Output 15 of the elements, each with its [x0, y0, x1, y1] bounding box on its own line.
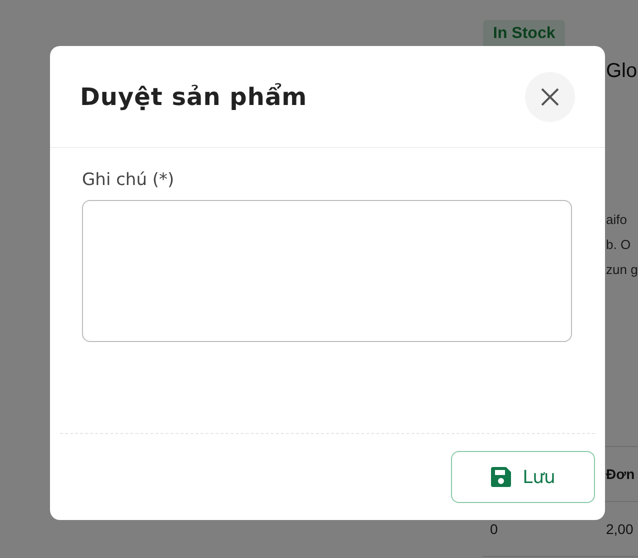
dialog-title: Duyệt sản phẩm: [80, 82, 308, 110]
field-label: Ghi chú (*): [82, 170, 176, 190]
column-header: Đơn: [606, 466, 636, 482]
description-line: b. O: [606, 236, 632, 254]
product-title: Glo: [606, 60, 638, 83]
close-icon: [541, 88, 559, 106]
description-line: aifo: [606, 211, 628, 229]
stock-badge: In Stock: [483, 20, 566, 48]
save-button[interactable]: Lưu: [451, 451, 595, 503]
save-icon: [490, 467, 511, 487]
note-field[interactable]: [82, 200, 572, 342]
close-button[interactable]: [525, 72, 575, 122]
table-cell-text: 2,00: [606, 521, 634, 537]
description-line: zun g: [606, 261, 638, 279]
table-cell-text: 0: [489, 521, 499, 537]
